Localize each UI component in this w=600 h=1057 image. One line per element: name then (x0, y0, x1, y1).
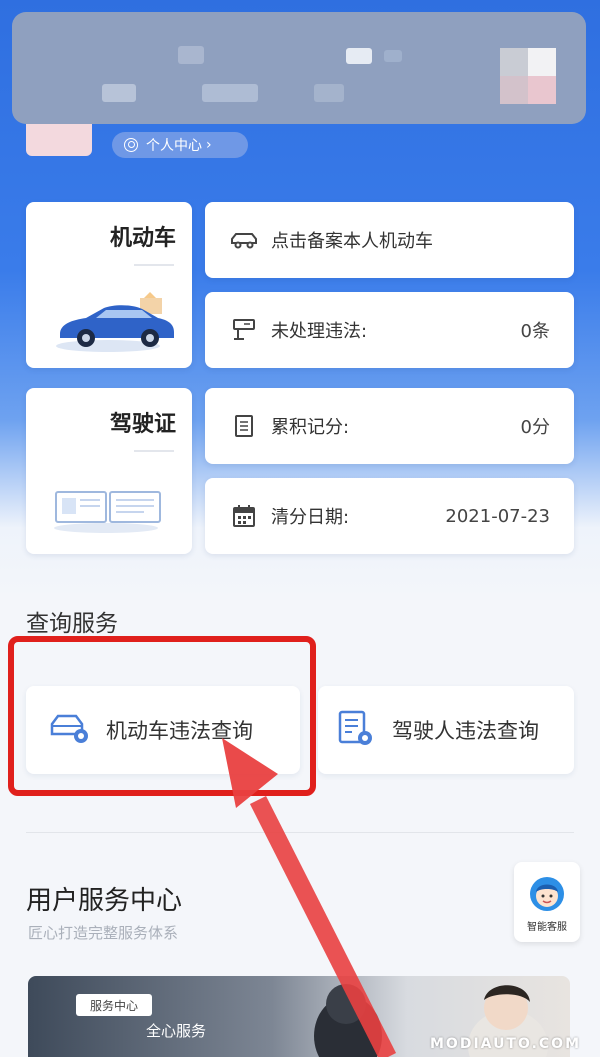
highlight-annotation-box (8, 636, 316, 796)
points-label: 累积记分: (271, 417, 350, 438)
clear-date-row[interactable]: 清分日期: 2021-07-23 (205, 478, 574, 554)
car-icon (229, 228, 259, 252)
violations-label: 未处理违法: (271, 321, 368, 342)
vehicle-title: 机动车 (109, 226, 176, 251)
document-icon (229, 414, 259, 438)
calendar-icon (229, 504, 259, 528)
smart-customer-service-label: 智能客服 (527, 921, 567, 933)
user-name-redacted (26, 124, 92, 156)
personal-center-link[interactable]: 个人中心 › (112, 132, 248, 158)
driver-violation-query-label: 驾驶人违法查询 (392, 719, 539, 743)
driver-doc-search-icon (336, 709, 376, 752)
car-illustration-icon (56, 292, 174, 352)
profile-card[interactable] (12, 12, 586, 124)
points-value: 0分 (520, 417, 550, 438)
license-title: 驾驶证 (109, 412, 176, 437)
query-services-title: 查询服务 (26, 611, 118, 637)
clear-date-value: 2021-07-23 (445, 505, 550, 527)
banner-text: 全心服务 (146, 1022, 207, 1040)
unprocessed-violations-row[interactable]: 未处理违法: 0条 (205, 292, 574, 368)
violations-value: 0条 (520, 321, 550, 342)
traffic-camera-icon (229, 318, 259, 342)
smart-customer-service-button[interactable]: 智能客服 (514, 862, 580, 942)
user-service-center-subtitle: 匠心打造完整服务体系 (28, 924, 179, 942)
title-underline (134, 264, 174, 266)
banner-tag: 服务中心 (76, 994, 152, 1016)
driver-violation-query-button[interactable]: 驾驶人违法查询 (318, 686, 574, 774)
watermark: MODIAUTO.COM (430, 1036, 582, 1052)
user-icon (124, 138, 138, 152)
title-underline (134, 450, 174, 452)
avatar[interactable] (500, 48, 556, 122)
section-divider (26, 832, 574, 833)
chevron-right-icon: › (206, 137, 212, 153)
register-vehicle-label: 点击备案本人机动车 (271, 231, 433, 252)
license-illustration-icon (54, 491, 161, 533)
clear-date-label: 清分日期: (271, 507, 350, 528)
vehicle-card[interactable]: 机动车 (26, 202, 192, 368)
customer-service-avatar-icon (530, 876, 564, 911)
user-service-center-title: 用户服务中心 (26, 886, 183, 916)
accumulated-points-row[interactable]: 累积记分: 0分 (205, 388, 574, 464)
personal-center-label: 个人中心 (146, 138, 202, 154)
license-card[interactable]: 驾驶证 (26, 388, 192, 554)
register-vehicle-row[interactable]: 点击备案本人机动车 (205, 202, 574, 278)
